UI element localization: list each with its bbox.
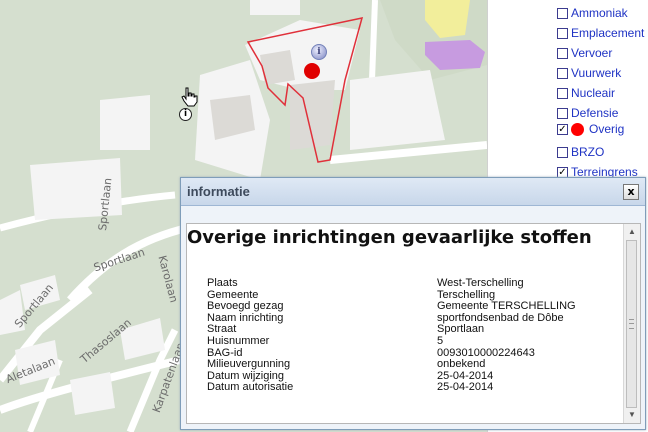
- property-key: Naam inrichting: [207, 311, 284, 324]
- layer-checkbox[interactable]: [557, 47, 568, 59]
- property-key: Plaats: [207, 277, 238, 289]
- layer-item-overig[interactable]: ✓ Overig: [557, 121, 624, 137]
- layer-checkbox[interactable]: [557, 146, 568, 158]
- layer-label[interactable]: Ammoniak: [571, 6, 628, 20]
- info-pin-icon[interactable]: i: [311, 44, 327, 60]
- properties-table: Plaats West-Terschelling Gemeente Terschell…: [207, 277, 617, 394]
- layer-label[interactable]: BRZO: [571, 145, 604, 159]
- layer-item-brzo[interactable]: BRZO: [557, 144, 604, 160]
- popup-header[interactable]: informatie x: [181, 178, 645, 206]
- layer-checkbox[interactable]: ✓: [557, 166, 568, 178]
- info-icon: i: [179, 108, 192, 121]
- property-row: Plaats West-Terschelling: [207, 277, 617, 290]
- scrollbar-thumb[interactable]: [626, 240, 637, 408]
- property-row: Naam inrichting sportfondsenbad de Dôbe: [207, 311, 617, 325]
- property-value: 5: [437, 334, 444, 347]
- layer-label[interactable]: Vervoer: [571, 46, 612, 60]
- layer-label[interactable]: Overig: [589, 122, 624, 136]
- layer-label[interactable]: Emplacement: [571, 26, 644, 40]
- layer-item-emplacement[interactable]: Emplacement: [557, 25, 644, 41]
- close-button[interactable]: x: [623, 183, 639, 200]
- property-row: Milieuvergunning onbekend: [207, 359, 617, 371]
- layer-label[interactable]: Defensie: [571, 106, 618, 120]
- layer-checkbox[interactable]: [557, 7, 568, 19]
- popup-heading: Overige inrichtingen gevaarlijke stoffen: [187, 227, 592, 248]
- property-row: Datum autorisatie 25-04-2014: [207, 382, 617, 394]
- layer-checkbox[interactable]: [557, 107, 568, 119]
- popup-title: informatie: [187, 184, 250, 199]
- property-value: onbekend: [437, 358, 486, 371]
- arrow-up-icon[interactable]: ▲: [624, 225, 640, 239]
- arrow-down-icon[interactable]: ▼: [624, 408, 640, 422]
- layer-label[interactable]: Nucleair: [571, 86, 615, 100]
- property-key: Huisnummer: [207, 334, 270, 347]
- layer-label[interactable]: Vuurwerk: [571, 66, 621, 80]
- property-key: Datum autorisatie: [207, 381, 294, 394]
- layer-item-nucleair[interactable]: Nucleair: [557, 85, 615, 101]
- property-row: Huisnummer 5: [207, 334, 617, 348]
- layer-checkbox[interactable]: [557, 87, 568, 99]
- layer-checkbox[interactable]: [557, 67, 568, 79]
- info-popup: informatie x Overige inrichtingen gevaar…: [180, 177, 646, 430]
- property-value: West-Terschelling: [437, 277, 524, 289]
- scrollbar[interactable]: ▲ ▼: [623, 224, 640, 423]
- layer-item-defensie[interactable]: Defensie: [557, 105, 618, 121]
- legend-dot: [571, 122, 584, 136]
- layer-item-vuurwerk[interactable]: Vuurwerk: [557, 65, 621, 81]
- property-key: Milieuvergunning: [207, 358, 291, 371]
- popup-content[interactable]: Overige inrichtingen gevaarlijke stoffen…: [186, 223, 641, 424]
- facility-marker[interactable]: [304, 63, 320, 79]
- layer-item-ammoniak[interactable]: Ammoniak: [557, 5, 628, 21]
- grip-icon: [629, 319, 634, 329]
- hand-pointer-icon: [181, 87, 198, 107]
- property-value: Sportlaan: [437, 323, 485, 336]
- property-value: 25-04-2014: [437, 381, 494, 394]
- layer-item-vervoer[interactable]: Vervoer: [557, 45, 612, 61]
- layer-checkbox[interactable]: ✓: [557, 123, 568, 135]
- layer-checkbox[interactable]: [557, 27, 568, 39]
